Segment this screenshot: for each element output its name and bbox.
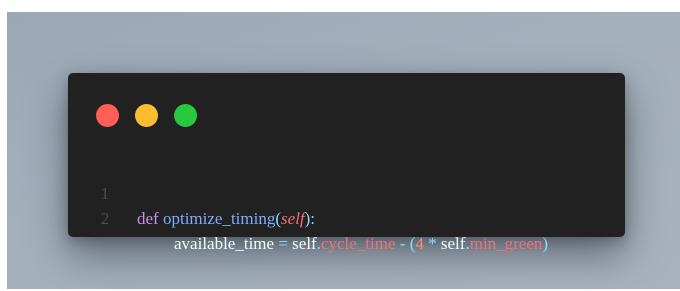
code-line-content: available_time = self.cycle_time - (4 * … <box>137 231 548 256</box>
close-button[interactable] <box>96 104 119 127</box>
code-token-func: optimize_timing <box>162 209 276 228</box>
code-token-keyword: def <box>137 209 159 228</box>
code-token-op: = <box>278 234 288 253</box>
minimize-button[interactable] <box>135 104 158 127</box>
code-window: 1 def optimize_timing(self): 2 available… <box>68 73 625 253</box>
code-token-punct: ): <box>304 209 316 228</box>
code-token-op: * <box>428 234 437 253</box>
code-line-content: def optimize_timing(self): <box>137 206 315 231</box>
zoom-button[interactable] <box>174 104 197 127</box>
code-token-num: 4 <box>415 234 424 253</box>
window-controls <box>96 104 197 127</box>
code-token-plain: self <box>292 234 317 253</box>
code-token-punct: ) <box>542 234 549 253</box>
code-token-plain: available_time <box>174 234 275 253</box>
code-token-attr: min_green <box>469 234 543 253</box>
code-token-self-italic: self <box>281 209 305 228</box>
code-token-plain: self <box>440 234 466 253</box>
line-number: 2 <box>100 209 110 228</box>
screenshot-background: 1 def optimize_timing(self): 2 available… <box>7 12 680 289</box>
code-token-attr: cycle_time <box>320 234 396 253</box>
code-line: 2 available_time = self.cycle_time - (4 … <box>68 181 625 253</box>
code-block: 1 def optimize_timing(self): 2 available… <box>68 156 625 253</box>
code-line: 1 def optimize_timing(self): <box>68 156 625 228</box>
